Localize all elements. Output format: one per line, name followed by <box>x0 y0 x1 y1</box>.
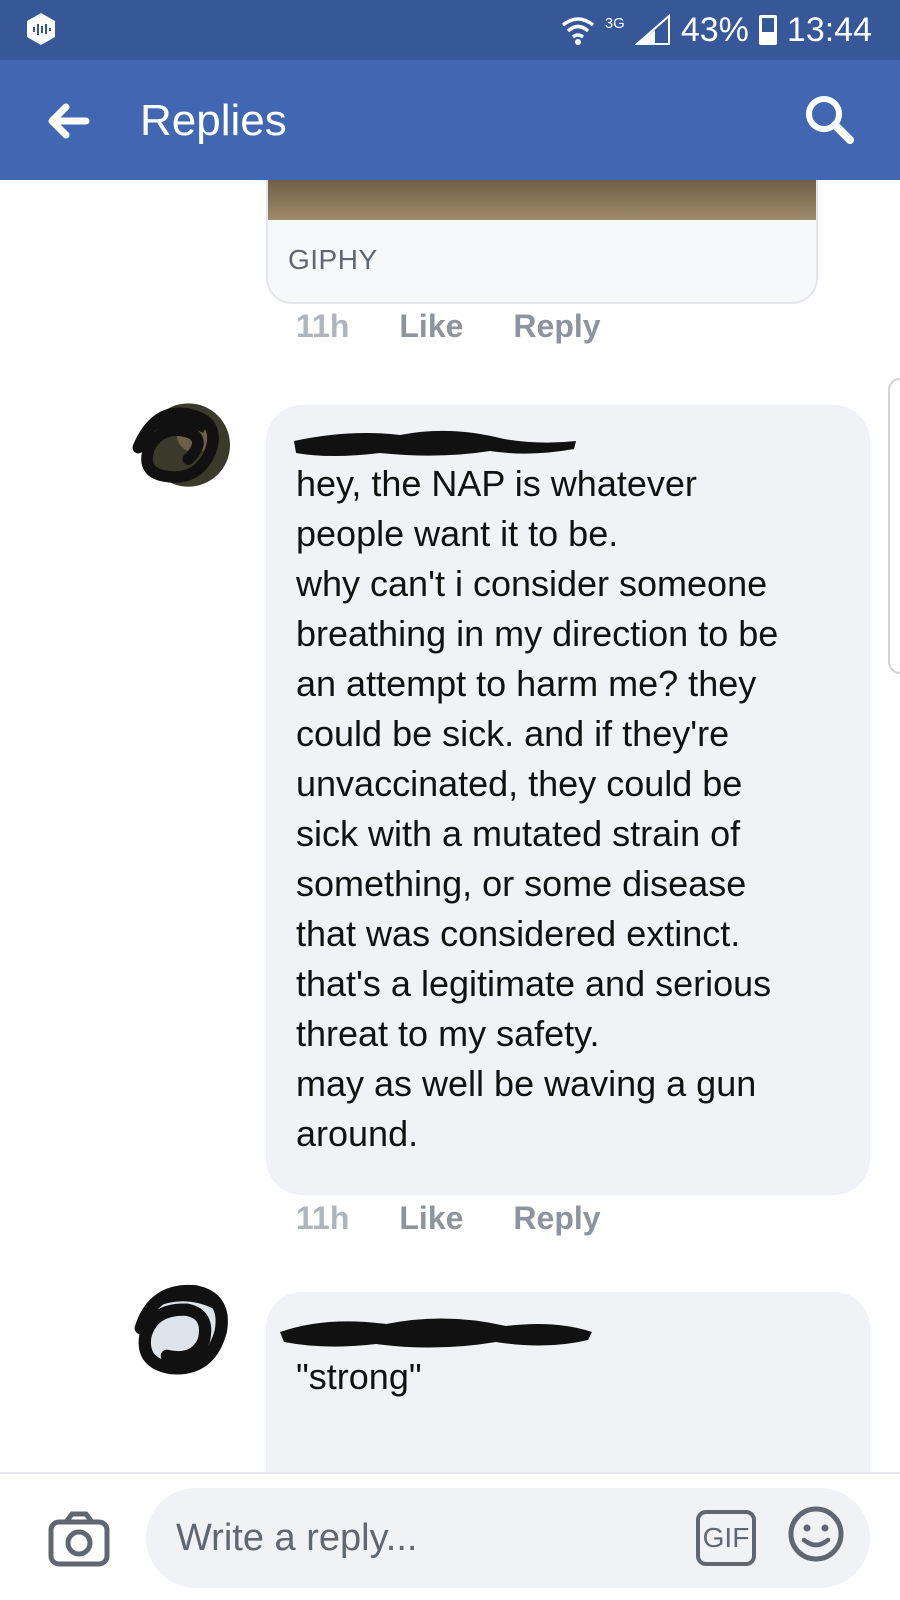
reply-input[interactable] <box>146 1488 870 1588</box>
comment-text: hey, the NAP is whatever people want it … <box>296 463 779 1154</box>
comment-actions: 11h Like Reply <box>296 308 601 345</box>
comment-actions: 11h Like Reply <box>296 1200 601 1237</box>
reply-composer: GIF <box>0 1472 900 1600</box>
gif-button[interactable]: GIF <box>696 1510 756 1566</box>
wifi-icon <box>561 17 594 45</box>
battery-icon <box>758 15 777 45</box>
battery-percent: 43% <box>680 10 749 49</box>
signal-icon <box>634 14 670 45</box>
like-button[interactable]: Like <box>399 1200 463 1237</box>
app-bar: Replies <box>0 60 900 180</box>
comment-time: 11h <box>296 308 350 344</box>
search-icon[interactable] <box>800 90 860 150</box>
page-title: Replies <box>140 96 287 145</box>
gif-image[interactable] <box>268 180 816 220</box>
smiley-icon[interactable] <box>786 1504 846 1564</box>
reply-button[interactable]: Reply <box>513 308 600 345</box>
giphy-label: GIPHY <box>288 244 378 275</box>
reply-button[interactable]: Reply <box>513 1200 600 1237</box>
comment-time: 11h <box>296 1200 350 1236</box>
giphy-attachment[interactable]: GIPHY <box>266 180 818 304</box>
network-type: 3G <box>604 14 625 32</box>
scroll-indicator <box>888 378 900 674</box>
redacted-author-name <box>280 1318 592 1348</box>
like-button[interactable]: Like <box>399 308 463 345</box>
comment-text: "strong" <box>296 1356 422 1397</box>
status-bar: 3G 43% 13:44 <box>0 0 900 60</box>
clock: 13:44 <box>786 10 872 49</box>
redacted-author-name <box>294 430 576 456</box>
camera-icon[interactable] <box>48 1510 110 1568</box>
app-notification-icon <box>27 13 55 45</box>
avatar[interactable] <box>130 1282 230 1382</box>
comment-bubble: hey, the NAP is whatever people want it … <box>266 405 870 1195</box>
avatar[interactable] <box>130 395 230 495</box>
arrow-left-icon[interactable] <box>44 96 94 146</box>
